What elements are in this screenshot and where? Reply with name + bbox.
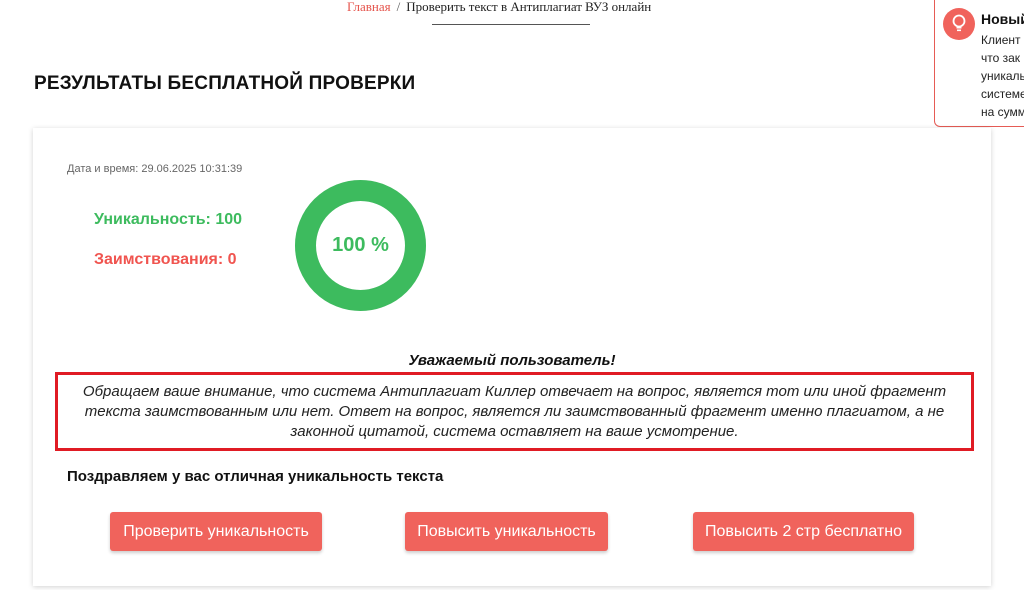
notice-text: Обращаем ваше внимание, что система Анти… xyxy=(82,382,947,440)
check-uniqueness-button[interactable]: Проверить уникальность xyxy=(110,512,322,551)
congrats-message: Поздравляем у вас отличная уникальность … xyxy=(67,468,444,485)
toast-title: Новый xyxy=(981,11,1024,27)
breadcrumb: Главная / Проверить текст в Антиплагиат ВУ… xyxy=(347,0,651,13)
breadcrumb-home-link[interactable]: Главная xyxy=(347,0,391,14)
notice-heading: Уважаемый пользователь! xyxy=(408,352,616,369)
uniqueness-percent-label: 100 % xyxy=(332,234,389,256)
breadcrumb-current: Проверить текст в Антиплагиат ВУЗ онлайн xyxy=(406,0,652,14)
notice-box: Обращаем ваше внимание, что система Анти… xyxy=(55,372,974,451)
check-datetime: Дата и время: 29.06.2025 10:31:39 xyxy=(67,163,243,175)
toast-line: уникалы xyxy=(981,69,1024,83)
breadcrumb-separator: / xyxy=(396,0,401,14)
toast-line: что зак xyxy=(981,51,1021,65)
toast-body: Клиент что зак уникалы системе на сумм xyxy=(981,31,1024,121)
result-card: Дата и время: 29.06.2025 10:31:39 Уникал… xyxy=(33,128,991,586)
uniqueness-value: Уникальность: 100 xyxy=(94,211,243,228)
breadcrumb-underline xyxy=(432,24,590,25)
page-title: РЕЗУЛЬТАТЫ БЕСПЛАТНОЙ ПРОВЕРКИ xyxy=(34,73,416,94)
notification-toast[interactable]: Новый Клиент что зак уникалы системе на … xyxy=(934,0,1024,127)
lightbulb-icon xyxy=(943,8,975,40)
raise-uniqueness-button[interactable]: Повысить уникальность xyxy=(405,512,608,551)
toast-line: системе xyxy=(981,87,1024,101)
borrowing-value: Заимствования: 0 xyxy=(94,251,237,268)
toast-line: на сумм xyxy=(981,105,1024,119)
toast-line: Клиент xyxy=(981,33,1021,47)
raise-free-pages-button[interactable]: Повысить 2 стр бесплатно xyxy=(693,512,914,551)
